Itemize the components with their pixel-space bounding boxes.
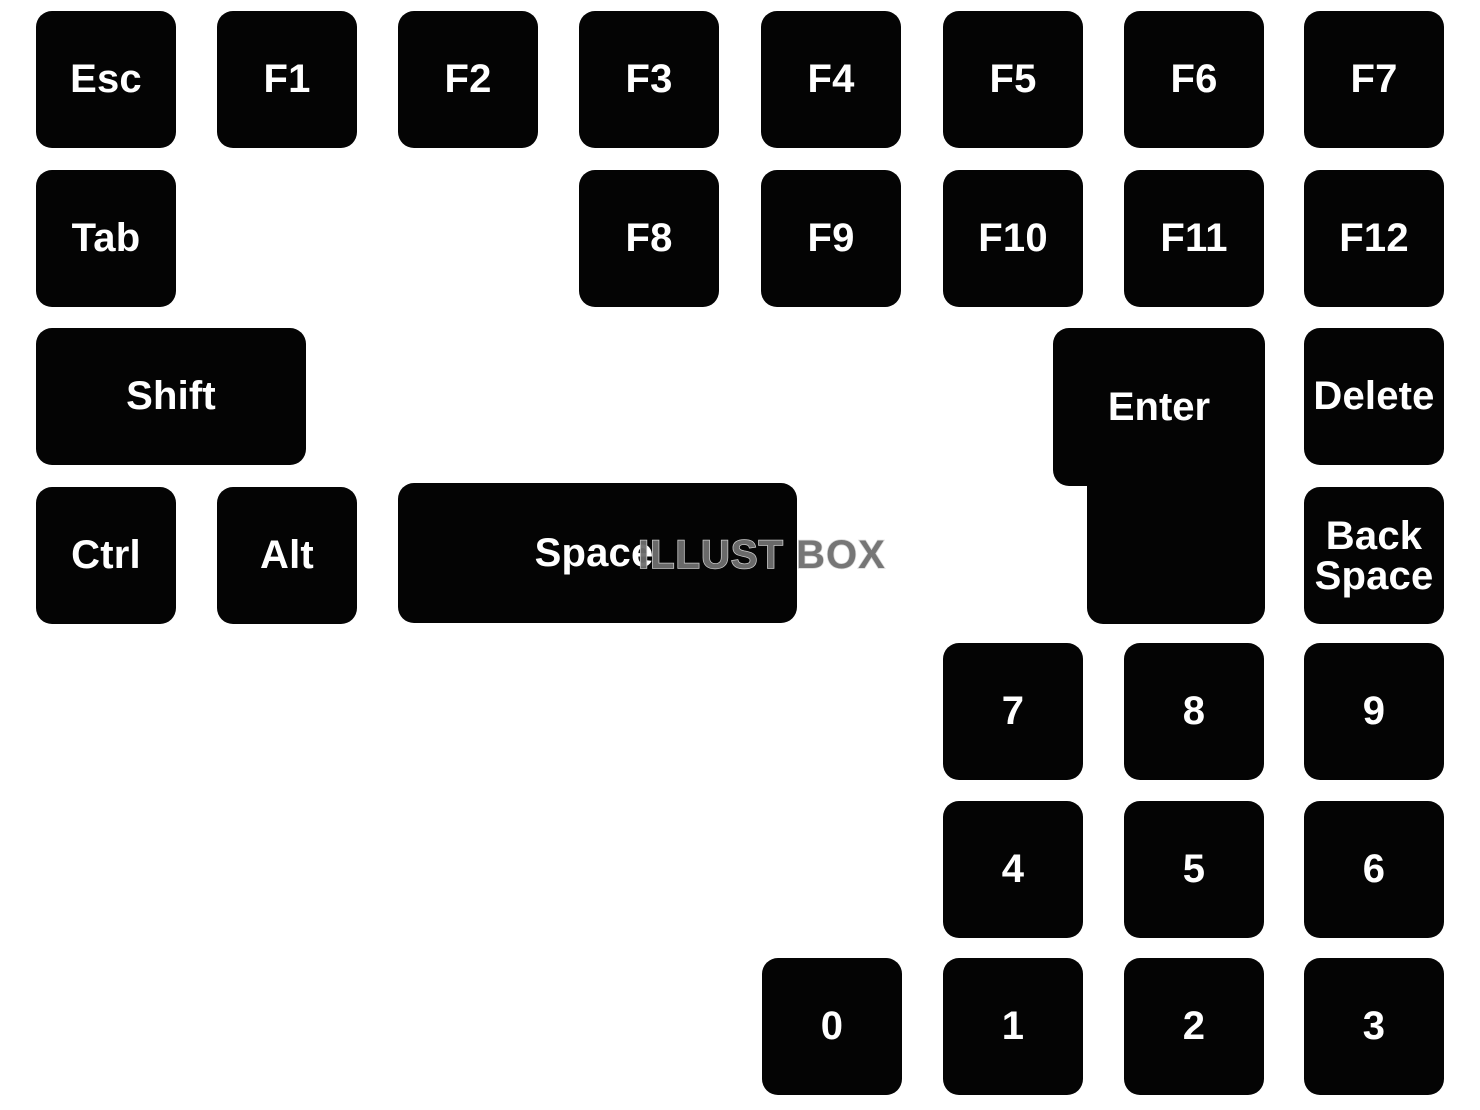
- key-label: Tab: [71, 216, 141, 261]
- key-numpad-3[interactable]: 3: [1304, 958, 1444, 1095]
- key-back-space[interactable]: Back Space: [1304, 487, 1444, 624]
- key-ctrl[interactable]: Ctrl: [36, 487, 176, 624]
- key-label: Delete: [1313, 374, 1435, 419]
- key-numpad-2[interactable]: 2: [1124, 958, 1264, 1095]
- key-label: F7: [1350, 57, 1398, 102]
- key-f10[interactable]: F10: [943, 170, 1083, 307]
- keyboard-illustration: Esc F1 F2 F3 F4 F5 F6 F7 Tab F8 F9 F10 F11 F12 Shift De…: [0, 0, 1480, 1110]
- key-numpad-6[interactable]: 6: [1304, 801, 1444, 938]
- key-label: Ctrl: [71, 533, 141, 578]
- key-label: Enter: [1107, 384, 1211, 429]
- key-label: F4: [807, 57, 855, 102]
- key-label: F5: [989, 57, 1037, 102]
- key-label: Space: [534, 530, 654, 575]
- key-label: 9: [1362, 689, 1386, 734]
- key-label: 6: [1362, 847, 1386, 892]
- key-f9[interactable]: F9: [761, 170, 901, 307]
- key-label: F2: [444, 57, 492, 102]
- key-numpad-4[interactable]: 4: [943, 801, 1083, 938]
- key-label: 2: [1182, 1004, 1206, 1049]
- key-numpad-7[interactable]: 7: [943, 643, 1083, 780]
- key-delete[interactable]: Delete: [1304, 328, 1444, 465]
- key-f8[interactable]: F8: [579, 170, 719, 307]
- key-f11[interactable]: F11: [1124, 170, 1264, 307]
- key-label: 3: [1362, 1004, 1386, 1049]
- key-alt[interactable]: Alt: [217, 487, 357, 624]
- key-label: F12: [1339, 216, 1409, 261]
- key-f7[interactable]: F7: [1304, 11, 1444, 148]
- key-label: F1: [263, 57, 311, 102]
- key-label: 7: [1001, 689, 1025, 734]
- illust-box-watermark: ILLUST BOX: [637, 532, 886, 578]
- key-label: F11: [1160, 216, 1228, 261]
- key-f4[interactable]: F4: [761, 11, 901, 148]
- key-tab[interactable]: Tab: [36, 170, 176, 307]
- key-numpad-9[interactable]: 9: [1304, 643, 1444, 780]
- key-label: F3: [625, 57, 673, 102]
- key-label: 1: [1001, 1004, 1025, 1049]
- key-label: F6: [1170, 57, 1218, 102]
- key-numpad-8[interactable]: 8: [1124, 643, 1264, 780]
- key-numpad-5[interactable]: 5: [1124, 801, 1264, 938]
- key-f6[interactable]: F6: [1124, 11, 1264, 148]
- key-f5[interactable]: F5: [943, 11, 1083, 148]
- key-shift[interactable]: Shift: [36, 328, 306, 465]
- key-label: 4: [1001, 847, 1025, 892]
- key-label: F8: [625, 216, 673, 261]
- key-numpad-1[interactable]: 1: [943, 958, 1083, 1095]
- key-label: F10: [978, 216, 1048, 261]
- key-numpad-0[interactable]: 0: [762, 958, 902, 1095]
- key-label: 0: [820, 1004, 844, 1049]
- key-label: 5: [1182, 847, 1206, 892]
- key-f3[interactable]: F3: [579, 11, 719, 148]
- key-enter[interactable]: Enter: [1053, 328, 1265, 624]
- key-label-line: Back: [1325, 513, 1423, 558]
- key-label-line: Space: [1314, 553, 1434, 598]
- key-label: Shift: [126, 374, 216, 419]
- key-label: Alt: [260, 533, 314, 578]
- key-f2[interactable]: F2: [398, 11, 538, 148]
- key-esc[interactable]: Esc: [36, 11, 176, 148]
- key-label: F9: [807, 216, 855, 261]
- key-label: 8: [1182, 689, 1206, 734]
- key-label: Esc: [70, 57, 142, 102]
- key-f12[interactable]: F12: [1304, 170, 1444, 307]
- key-f1[interactable]: F1: [217, 11, 357, 148]
